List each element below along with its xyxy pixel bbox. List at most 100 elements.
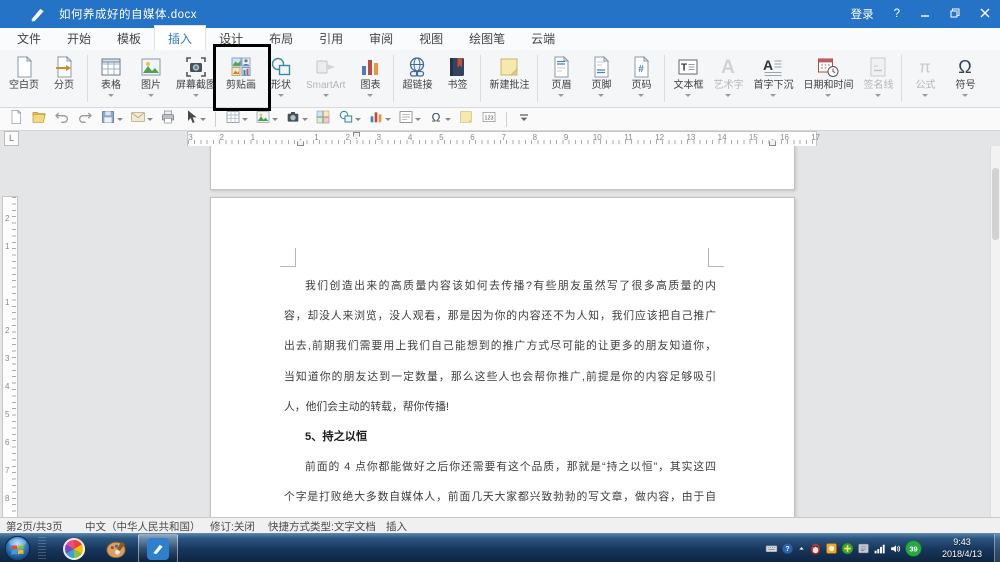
optimizer-badge[interactable]: 39 [905,540,922,557]
dropdown-caret-icon [962,94,969,97]
new-comment-button[interactable]: 新建批注 [484,50,534,107]
svg-text:A: A [722,57,736,78]
pinwheel-app-button[interactable] [54,534,94,562]
vertical-ruler[interactable]: 2 1 1 2 3 4 5 6 7 8 [2,196,18,517]
restore-button[interactable] [950,8,960,21]
tab-references[interactable]: 引用 [306,26,356,50]
drop-cap-button[interactable]: A 首字下沉 [748,50,798,107]
volume-icon[interactable] [889,542,902,555]
picture-button[interactable]: 图片 [131,50,171,107]
gray-app-icon[interactable] [857,542,870,555]
paint-app-button[interactable] [96,534,136,562]
toolbar-separator [506,111,507,127]
page-2[interactable]: 我们创造出来的高质量内容该如何去传播?有些朋友虽然写了很多高质量的内 容，却没人来… [210,197,795,517]
status-page-indicator[interactable]: 第2页/共3页 [6,519,63,534]
insert-picture-button[interactable] [253,108,280,131]
text-line-7: 前面的 4 点你都能做好之后你还需要有这个品质，那就是“持之以恒”，其实这四 [284,452,716,482]
insert-symbol-button[interactable]: Ω [426,108,453,131]
toolbar-more-button[interactable] [514,108,534,131]
redo-button[interactable] [75,108,95,131]
tab-review[interactable]: 审阅 [356,26,406,50]
status-track-changes[interactable]: 修订:关闭 [210,519,255,534]
text-box-button[interactable]: T 文本框 [668,50,708,107]
insert-clipart-button[interactable] [313,108,333,131]
open-file-button[interactable] [29,108,49,131]
document-text[interactable]: 我们创造出来的高质量内容该如何去传播?有些朋友虽然写了很多高质量的内 容，却没人来… [284,271,716,513]
save-button[interactable] [98,108,125,131]
page-break-button[interactable]: 分页 [44,50,84,107]
tab-template[interactable]: 模板 [104,26,154,50]
clipart-button[interactable]: 剪贴画 [221,50,261,107]
close-button[interactable] [980,8,990,21]
shapes-button[interactable]: 形状 [261,50,301,107]
login-button[interactable]: 登录 [851,6,874,22]
insert-shapes-button[interactable] [336,108,363,131]
hyperlink-button[interactable]: 超链接 [397,50,437,107]
first-line-indent-marker[interactable] [353,132,360,139]
mini-more [516,109,532,130]
vertical-scrollbar[interactable] [990,146,1000,517]
status-doc-type[interactable]: 快捷方式类型:文字文档 [268,519,376,534]
show-desktop-button[interactable] [994,534,1000,562]
tab-cloud[interactable]: 云端 [518,26,568,50]
new-doc-button[interactable] [6,108,26,131]
table-button[interactable]: 表格 [91,50,131,107]
print-button[interactable] [158,108,178,131]
page-number-button[interactable]: # 页码 [621,50,661,107]
tab-view[interactable]: 视图 [406,26,456,50]
text-line-content: 容，却没人来浏览，没人观看，那是因为你的内容还不为人知，我们应该把自己推广 [284,310,717,323]
insert-screenshot-button[interactable] [283,108,310,131]
date-time-button[interactable]: 日期和时间 [798,50,858,107]
network-icon[interactable] [873,542,886,555]
tab-design[interactable]: 设计 [206,26,256,50]
shield-icon[interactable] [841,542,854,555]
word-count-button[interactable]: 123 [479,108,499,131]
screenshot-button[interactable]: 屏幕截图 [171,50,221,107]
taskbar-clock[interactable]: 9:43 2018/4/13 [930,536,994,560]
show-hidden-icons[interactable] [797,544,806,553]
blank-page-button[interactable]: 空白页 [4,50,44,107]
tab-home[interactable]: 开始 [54,26,104,50]
insert-table-button[interactable] [223,108,250,131]
status-language[interactable]: 中文（中华人民共和国） [85,519,201,534]
tab-insert[interactable]: 插入 [154,25,207,50]
ruler-number: 1 [5,298,10,307]
bookmark-button[interactable]: 书签 [437,50,477,107]
ruler-number: 14 [717,133,727,142]
select-tool-button[interactable] [181,108,208,131]
wps-app-button[interactable] [138,534,178,562]
symbol-button[interactable]: Ω 符号 [945,50,985,107]
ruler-ticks [12,197,16,517]
keyboard-icon[interactable] [765,542,778,555]
undo-button[interactable] [52,108,72,131]
tab-stop-selector[interactable]: L [4,131,19,146]
page-footer-button[interactable]: 页脚 [581,50,621,107]
tab-layout[interactable]: 布局 [256,26,306,50]
svg-text:π: π [920,58,932,77]
tab-drawing-pen[interactable]: 绘图笔 [456,26,518,50]
ruler-number: 2 [5,214,10,223]
dropdown-caret-icon [355,117,361,121]
chart-button[interactable]: 图表 [350,50,390,107]
insert-chart-button[interactable] [366,108,393,131]
qq-icon[interactable] [809,542,822,555]
text-line-content: 5、持之以恒 [305,430,368,443]
status-insert-mode[interactable]: 插入 [386,519,407,534]
minimize-button[interactable] [920,8,930,21]
scrollbar-thumb[interactable] [992,168,999,240]
insert-frame-button[interactable] [396,108,423,131]
help-tray-icon[interactable]: ? [781,542,794,555]
ruler-number: 7 [501,133,506,142]
start-button[interactable] [3,534,32,562]
page-footer-label: 页脚 [591,80,612,91]
sticky-note-button[interactable] [456,108,476,131]
page-header-button[interactable]: 页眉 [541,50,581,107]
page-1-bottom[interactable] [210,146,795,190]
help-button[interactable]: ? [894,8,900,20]
ribbon-group: T 文本框 A 艺术字 A 首字下沉 日期和时间 签名线 [668,50,898,107]
orange-app-icon[interactable] [825,542,838,555]
tab-file[interactable]: 文件 [4,26,54,50]
horizontal-ruler[interactable]: 3 2 1 1 2 3 4 5 6 7 8 9 10 11 12 13 14 15 16 17 [187,131,820,147]
mini-print [160,109,176,130]
send-email-button[interactable] [128,108,155,131]
